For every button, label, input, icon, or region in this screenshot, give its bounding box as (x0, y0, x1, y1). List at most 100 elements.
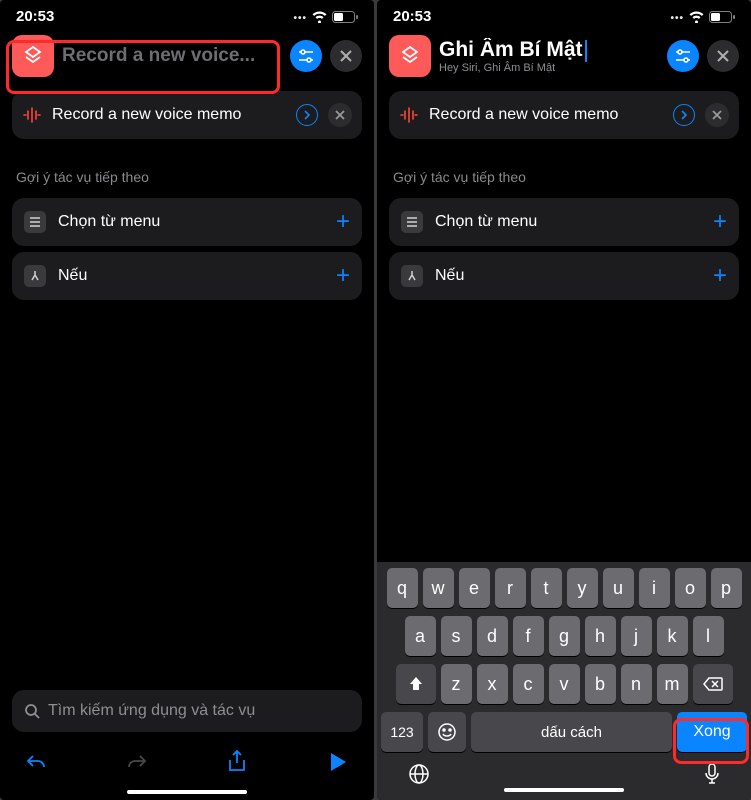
shortcut-title-placeholder[interactable]: Record a new voice... (62, 45, 282, 67)
key-c[interactable]: c (513, 664, 544, 704)
undo-button[interactable] (20, 752, 52, 772)
key-w[interactable]: w (423, 568, 454, 608)
home-indicator[interactable] (127, 790, 247, 794)
key-b[interactable]: b (585, 664, 616, 704)
key-d[interactable]: d (477, 616, 508, 656)
home-indicator[interactable] (504, 788, 624, 792)
status-icons (293, 8, 358, 25)
key-r[interactable]: r (495, 568, 526, 608)
shortcut-title-input[interactable]: Ghi Âm Bí Mật (439, 38, 659, 63)
share-button[interactable] (221, 750, 253, 774)
numbers-key[interactable]: 123 (381, 712, 423, 752)
voice-memo-icon (399, 105, 419, 125)
add-suggest-icon[interactable]: + (336, 264, 350, 288)
emoji-key[interactable] (428, 712, 466, 752)
expand-action-icon[interactable] (673, 104, 695, 126)
key-t[interactable]: t (531, 568, 562, 608)
key-a[interactable]: a (405, 616, 436, 656)
status-icons (670, 8, 735, 25)
status-time: 20:53 (393, 8, 431, 25)
section-title: Gợi ý tác vụ tiếp theo (377, 145, 751, 195)
phone-right: 20:53 Ghi Âm Bí Mật Hey Siri, Ghi Âm Bí … (377, 0, 751, 800)
menu-icon (401, 211, 423, 233)
voice-memo-icon (22, 105, 42, 125)
add-suggest-icon[interactable]: + (336, 210, 350, 234)
action-label: Record a new voice memo (52, 106, 286, 124)
key-p[interactable]: p (711, 568, 742, 608)
key-m[interactable]: m (657, 664, 688, 704)
redo-button (121, 752, 153, 772)
search-placeholder: Tìm kiếm ứng dụng và tác vụ (48, 702, 255, 720)
key-x[interactable]: x (477, 664, 508, 704)
key-n[interactable]: n (621, 664, 652, 704)
action-label: Record a new voice memo (429, 106, 663, 124)
key-k[interactable]: k (657, 616, 688, 656)
battery-icon (332, 11, 358, 23)
keyboard: qwertyuiop asdfghjkl zxcvbnm 123 dấu các… (377, 562, 751, 800)
shortcut-app-icon[interactable] (389, 35, 431, 77)
suggest-label: Nếu (58, 267, 324, 285)
shortcut-header: Ghi Âm Bí Mật Hey Siri, Ghi Âm Bí Mật (377, 27, 751, 85)
keyboard-row-2: asdfghjkl (381, 616, 747, 656)
backspace-key[interactable] (693, 664, 733, 704)
suggest-label: Chọn từ menu (58, 213, 324, 231)
key-g[interactable]: g (549, 616, 580, 656)
close-button[interactable] (707, 40, 739, 72)
key-z[interactable]: z (441, 664, 472, 704)
phone-left: 20:53 Record a new voice... Record a new… (0, 0, 374, 800)
key-y[interactable]: y (567, 568, 598, 608)
play-button[interactable] (322, 752, 354, 772)
key-l[interactable]: l (693, 616, 724, 656)
suggest-row-menu[interactable]: Chọn từ menu + (389, 198, 739, 246)
text-caret (585, 40, 587, 62)
key-o[interactable]: o (675, 568, 706, 608)
dictation-key[interactable] (703, 762, 721, 786)
shift-key[interactable] (396, 664, 436, 704)
shortcut-app-icon[interactable] (12, 35, 54, 77)
key-v[interactable]: v (549, 664, 580, 704)
search-icon (24, 703, 40, 719)
battery-icon (709, 11, 735, 23)
key-q[interactable]: q (387, 568, 418, 608)
key-h[interactable]: h (585, 616, 616, 656)
shortcut-subtitle: Hey Siri, Ghi Âm Bí Mật (439, 62, 659, 74)
keyboard-row-1: qwertyuiop (381, 568, 747, 608)
keyboard-row-3: zxcvbnm (381, 664, 747, 704)
remove-action-button[interactable] (328, 103, 352, 127)
key-s[interactable]: s (441, 616, 472, 656)
suggest-row-if[interactable]: Nếu + (12, 252, 362, 300)
close-button[interactable] (330, 40, 362, 72)
action-card[interactable]: Record a new voice memo (12, 91, 362, 139)
suggest-row-if[interactable]: Nếu + (389, 252, 739, 300)
wifi-icon (311, 10, 328, 23)
menu-icon (24, 211, 46, 233)
suggest-label: Nếu (435, 267, 701, 285)
suggest-row-menu[interactable]: Chọn từ menu + (12, 198, 362, 246)
branch-icon (24, 265, 46, 287)
key-i[interactable]: i (639, 568, 670, 608)
done-key[interactable]: Xong (677, 712, 747, 752)
status-bar: 20:53 (377, 0, 751, 27)
settings-button[interactable] (667, 40, 699, 72)
expand-action-icon[interactable] (296, 104, 318, 126)
key-f[interactable]: f (513, 616, 544, 656)
key-u[interactable]: u (603, 568, 634, 608)
status-bar: 20:53 (0, 0, 374, 27)
bottom-toolbar (0, 740, 374, 788)
add-suggest-icon[interactable]: + (713, 264, 727, 288)
search-input[interactable]: Tìm kiếm ứng dụng và tác vụ (12, 690, 362, 732)
key-j[interactable]: j (621, 616, 652, 656)
suggest-label: Chọn từ menu (435, 213, 701, 231)
status-time: 20:53 (16, 8, 54, 25)
branch-icon (401, 265, 423, 287)
wifi-icon (688, 10, 705, 23)
section-title: Gợi ý tác vụ tiếp theo (0, 145, 374, 195)
add-suggest-icon[interactable]: + (713, 210, 727, 234)
shortcut-header: Record a new voice... (0, 27, 374, 85)
key-e[interactable]: e (459, 568, 490, 608)
globe-key[interactable] (407, 762, 431, 786)
remove-action-button[interactable] (705, 103, 729, 127)
action-card[interactable]: Record a new voice memo (389, 91, 739, 139)
space-key[interactable]: dấu cách (471, 712, 672, 752)
settings-button[interactable] (290, 40, 322, 72)
